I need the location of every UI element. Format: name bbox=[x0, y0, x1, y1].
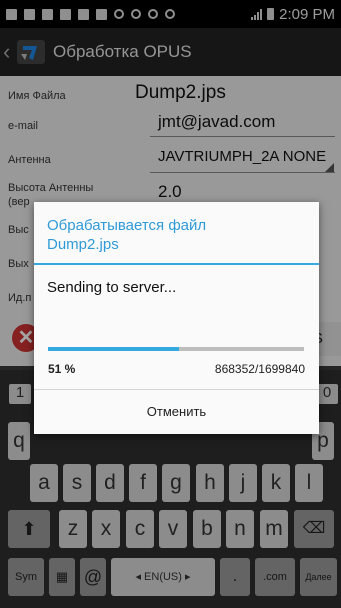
dialog-title-line2: Dump2.jps bbox=[47, 236, 119, 253]
progress-bar bbox=[48, 347, 304, 351]
progress-dialog: Обрабатывается файл Dump2.jps Sending to… bbox=[34, 202, 319, 434]
progress-fill bbox=[48, 347, 179, 351]
dialog-message: Sending to server... bbox=[47, 279, 177, 296]
dialog-title-line1: Обрабатывается файл bbox=[47, 217, 207, 234]
progress-percent: 51 % bbox=[48, 362, 76, 376]
cancel-button[interactable]: Отменить bbox=[34, 390, 319, 434]
dialog-title: Обрабатывается файл Dump2.jps bbox=[47, 216, 307, 254]
dialog-title-divider bbox=[34, 263, 319, 265]
progress-counter: 868352/1699840 bbox=[214, 362, 305, 376]
